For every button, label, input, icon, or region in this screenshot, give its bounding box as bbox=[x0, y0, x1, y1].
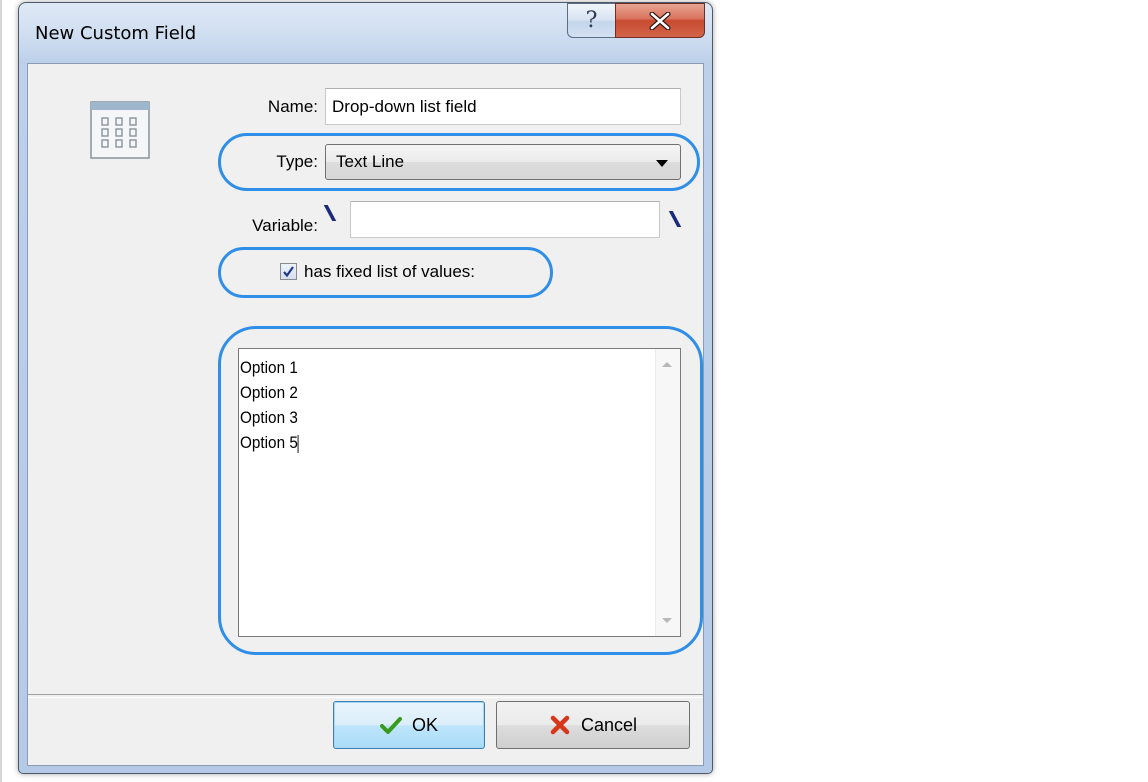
help-icon: ? bbox=[585, 8, 598, 33]
scroll-down-arrow-icon[interactable] bbox=[662, 618, 672, 623]
type-dropdown[interactable]: Text Line bbox=[325, 144, 681, 180]
fixed-list-label[interactable]: has fixed list of values: bbox=[304, 262, 475, 282]
scroll-up-arrow-icon[interactable] bbox=[662, 362, 672, 367]
green-checkmark-icon bbox=[379, 717, 402, 734]
close-button[interactable] bbox=[615, 3, 705, 38]
new-custom-field-dialog: New Custom Field ? Name: Drop-down list … bbox=[18, 2, 713, 774]
red-x-icon bbox=[550, 715, 570, 735]
name-label: Name: bbox=[267, 97, 318, 116]
cancel-button[interactable]: Cancel bbox=[496, 701, 690, 749]
window-title: New Custom Field bbox=[35, 23, 197, 44]
page-left-edge bbox=[0, 0, 2, 782]
ok-button[interactable]: OK bbox=[333, 701, 485, 749]
checkmark-icon bbox=[283, 266, 294, 278]
caption-buttons: ? bbox=[567, 3, 705, 39]
variable-input[interactable] bbox=[350, 201, 660, 238]
variable-label: Variable: bbox=[252, 216, 318, 235]
values-list-text: Option 1 Option 2 Option 3 Option 5 bbox=[240, 358, 299, 453]
close-x-icon bbox=[649, 11, 671, 30]
values-list-textarea[interactable]: Option 1 Option 2 Option 3 Option 5 bbox=[238, 348, 681, 637]
dialog-client-area: Name: Drop-down list field Type: Text Li… bbox=[27, 63, 704, 766]
type-label: Type: bbox=[276, 152, 318, 171]
variable-prefix-backslash-icon bbox=[323, 205, 337, 221]
variable-suffix-backslash-icon bbox=[668, 211, 682, 227]
button-area-divider bbox=[28, 694, 703, 698]
custom-field-icon bbox=[90, 101, 150, 159]
cancel-label: Cancel bbox=[580, 714, 638, 735]
title-bar[interactable]: New Custom Field ? bbox=[19, 3, 712, 63]
type-value: Text Line bbox=[336, 152, 405, 171]
chevron-down-icon bbox=[656, 160, 668, 167]
name-value: Drop-down list field bbox=[332, 96, 477, 116]
help-button[interactable]: ? bbox=[567, 3, 615, 38]
name-input[interactable]: Drop-down list field bbox=[325, 88, 681, 125]
text-caret bbox=[297, 434, 299, 453]
values-list-scrollbar[interactable] bbox=[655, 349, 680, 636]
fixed-list-checkbox[interactable] bbox=[280, 263, 297, 280]
ok-label: OK bbox=[411, 714, 438, 735]
